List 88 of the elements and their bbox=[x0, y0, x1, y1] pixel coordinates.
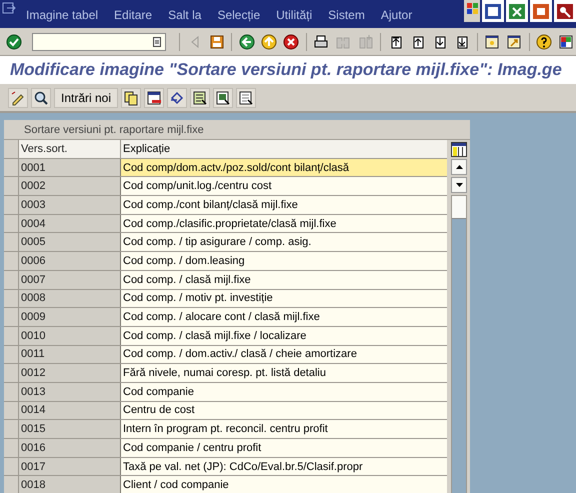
back-button[interactable] bbox=[237, 32, 257, 52]
table-cell: 0018 bbox=[19, 476, 121, 493]
table-cell: 0007 bbox=[19, 270, 121, 288]
table-cell: 0004 bbox=[19, 214, 121, 232]
select-block-button[interactable] bbox=[213, 88, 234, 108]
scroll-up-button[interactable] bbox=[451, 159, 467, 175]
copy-icon bbox=[123, 90, 140, 106]
table-cell[interactable]: Client / cod companie bbox=[121, 476, 447, 493]
scrollbar-track[interactable] bbox=[451, 195, 467, 493]
table-cell: 0002 bbox=[19, 177, 121, 196]
table-cell: 0013 bbox=[19, 382, 121, 401]
screen-title: Modificare imagine "Sortare versiuni pt. raportare mijl.fixe": Imag.ge bbox=[10, 60, 562, 80]
menu-item[interactable]: Imagine tabel bbox=[18, 8, 106, 22]
copy-button[interactable] bbox=[121, 88, 142, 108]
table-cell: 0009 bbox=[19, 308, 121, 326]
table-cell[interactable]: Cod comp. / alocare cont / clasă mijl.fixe bbox=[121, 308, 447, 326]
table-cell[interactable]: Cod comp. / motiv pt. investiție bbox=[121, 290, 447, 308]
table-cell[interactable]: Cod comp./cont bilanț/clasă mijl.fixe bbox=[121, 196, 447, 214]
table-cell: 0010 bbox=[19, 326, 121, 345]
table-cell[interactable]: Cod comp/dom.actv./poz.sold/cont bilanț/clasă bbox=[121, 158, 447, 176]
exit-button[interactable] bbox=[260, 32, 279, 52]
menu-item[interactable]: Ajutor bbox=[372, 8, 420, 22]
edit-button[interactable] bbox=[8, 88, 28, 108]
table-cell[interactable]: Cod companie bbox=[121, 382, 447, 401]
table-cell[interactable]: Cod comp. / clasă mijl.fixe bbox=[121, 270, 447, 288]
system-menu-icon[interactable] bbox=[2, 2, 16, 14]
table-settings-icon[interactable] bbox=[451, 142, 467, 157]
select-block-icon bbox=[215, 90, 232, 106]
table-cell: 0014 bbox=[19, 402, 121, 420]
table-cell: 0017 bbox=[19, 458, 121, 476]
column-header[interactable]: Explicație bbox=[121, 140, 447, 158]
windows-icon[interactable] bbox=[464, 0, 480, 22]
table-cell[interactable]: Cod comp. / dom.activ./ clasă / cheie amortizare bbox=[121, 346, 447, 364]
table-cell[interactable]: Intern în program pt. reconcil. centru profit bbox=[121, 420, 447, 438]
table-cell: 0001 bbox=[19, 158, 121, 176]
select-all-button[interactable] bbox=[190, 88, 210, 108]
enter-button[interactable] bbox=[4, 32, 24, 52]
table-cell: 0003 bbox=[19, 196, 121, 214]
printer-icon bbox=[313, 34, 330, 50]
table-cell[interactable]: Taxă pe val. net (JP): CdCo/Eval.br.5/Clasif.propr bbox=[121, 458, 447, 476]
table-cell: 0015 bbox=[19, 420, 121, 438]
undo-button[interactable] bbox=[167, 88, 188, 108]
deselect-all-button[interactable] bbox=[236, 88, 256, 108]
menu-item[interactable]: Utilități bbox=[268, 8, 320, 22]
table-cell[interactable]: Cod comp. / tip asigurare / comp. asig. bbox=[121, 233, 447, 252]
close-icon bbox=[283, 34, 300, 50]
help-button[interactable] bbox=[534, 32, 554, 52]
delete-row-icon bbox=[146, 90, 162, 106]
column-header[interactable]: Vers.sort. bbox=[19, 140, 121, 158]
new-entries-button[interactable]: Intrări noi bbox=[54, 88, 118, 108]
table-cell[interactable]: Cod comp./clasific.proprietate/clasă mijl.fixe bbox=[121, 214, 447, 232]
table-cell: 0011 bbox=[19, 346, 121, 364]
checkmark-icon bbox=[6, 34, 22, 50]
table-cell: 0006 bbox=[19, 252, 121, 270]
command-field[interactable] bbox=[32, 32, 166, 50]
help-icon bbox=[536, 34, 552, 50]
details-button[interactable] bbox=[31, 88, 51, 108]
table-cell[interactable]: Centru de cost bbox=[121, 402, 447, 420]
table-cell[interactable]: Cod comp/unit.log./centru cost bbox=[121, 177, 447, 196]
menu-item[interactable]: Sistem bbox=[320, 8, 373, 22]
pencil-icon bbox=[10, 90, 26, 106]
select-all-icon bbox=[192, 90, 208, 106]
menu-item[interactable]: Salt la bbox=[160, 8, 210, 22]
spreadsheet-icon[interactable] bbox=[506, 0, 528, 22]
table-cell: 0016 bbox=[19, 439, 121, 457]
table-cell: 0005 bbox=[19, 233, 121, 252]
left-arrow-icon bbox=[238, 34, 255, 50]
menu-item[interactable]: Editare bbox=[106, 8, 160, 22]
document-icon[interactable] bbox=[482, 0, 504, 22]
up-arrow-icon bbox=[261, 34, 278, 50]
deselect-icon bbox=[238, 90, 254, 106]
table-cell: 0012 bbox=[19, 364, 121, 382]
color-palette-icon bbox=[558, 34, 574, 50]
table-cell[interactable]: Cod comp. / clasă mijl.fixe / localizare bbox=[121, 326, 447, 345]
down-arrow-icon bbox=[456, 183, 462, 187]
up-arrow-icon bbox=[456, 165, 462, 169]
scrollbar-thumb[interactable] bbox=[452, 196, 466, 219]
binoculars-plus-icon bbox=[358, 34, 374, 50]
presentation-icon[interactable] bbox=[530, 0, 552, 22]
cancel-button[interactable] bbox=[282, 32, 301, 52]
table-cell[interactable]: Cod comp. / dom.leasing bbox=[121, 252, 447, 270]
table-cell: 0008 bbox=[19, 290, 121, 308]
delete-button[interactable] bbox=[144, 88, 164, 108]
magnifier-icon bbox=[33, 90, 49, 106]
menu-item[interactable]: Selecție bbox=[209, 8, 268, 22]
table-cell[interactable]: Cod companie / centru profit bbox=[121, 439, 447, 457]
table-cell[interactable]: Fără nivele, numai coresp. pt. listă detaliu bbox=[121, 364, 447, 382]
scroll-down-button[interactable] bbox=[451, 177, 467, 193]
